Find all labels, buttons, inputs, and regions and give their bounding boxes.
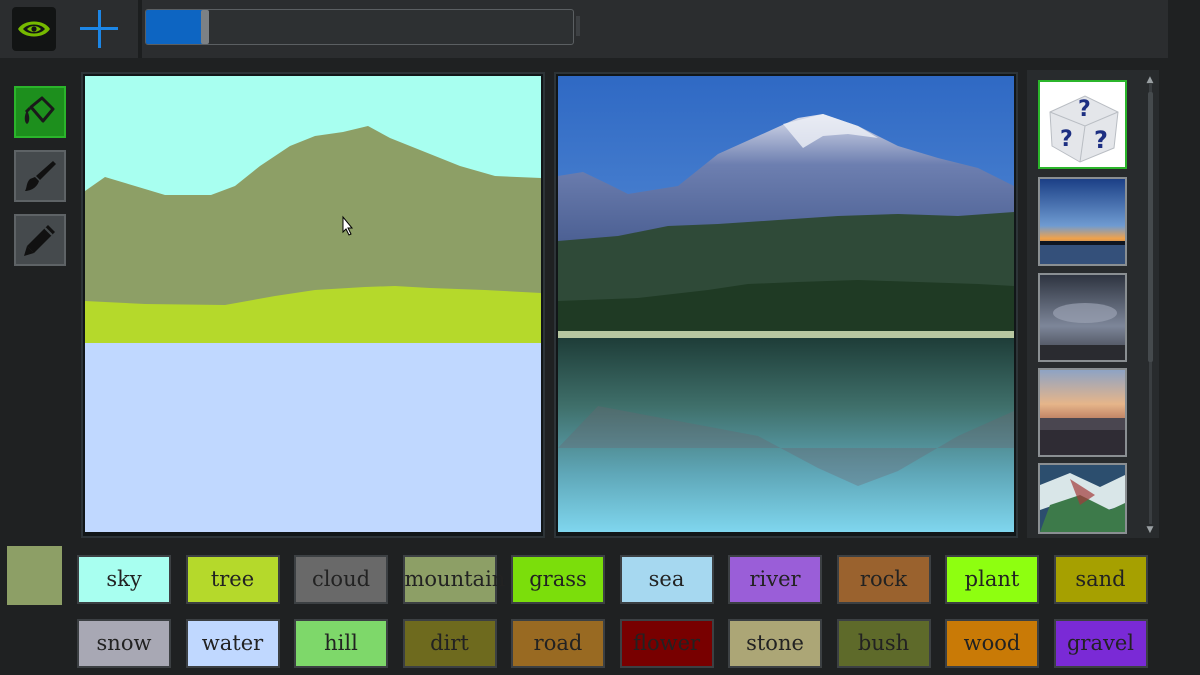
label-button-sky[interactable]: sky	[77, 555, 171, 604]
label-button-water[interactable]: water	[185, 619, 280, 668]
water-region	[85, 343, 541, 532]
paint-bucket-tool[interactable]	[14, 86, 66, 138]
thumbnail-scrollbar[interactable]: ▲ ▼	[1144, 72, 1156, 538]
label-button-sea[interactable]: sea	[619, 555, 714, 604]
label-button-plant[interactable]: plant	[945, 555, 1039, 604]
dice-question-icon: ? ? ?	[1040, 82, 1125, 167]
progress-fill	[146, 10, 206, 44]
generated-landscape-image	[558, 76, 1014, 532]
label-button-tree[interactable]: tree	[185, 555, 280, 604]
add-button[interactable]	[76, 6, 122, 52]
svg-text:?: ?	[1094, 126, 1108, 154]
pencil-icon	[24, 225, 55, 256]
segmentation-drawing-canvas[interactable]	[85, 76, 541, 532]
label-button-flower[interactable]: flower	[619, 619, 714, 668]
brush-icon	[25, 161, 56, 191]
toolbar-grip	[576, 16, 580, 36]
label-button-cloud[interactable]: cloud	[294, 555, 388, 604]
label-button-river[interactable]: river	[728, 555, 822, 604]
toolbar-divider	[138, 0, 142, 58]
scroll-thumb[interactable]	[1148, 92, 1153, 362]
label-button-stone[interactable]: stone	[728, 619, 822, 668]
cloudy-sky-thumbnail[interactable]	[1038, 273, 1127, 362]
label-button-dirt[interactable]: dirt	[402, 619, 497, 668]
label-button-road[interactable]: road	[511, 619, 605, 668]
pencil-tool[interactable]	[14, 214, 66, 266]
nvidia-eye-icon	[18, 21, 50, 37]
label-button-grass[interactable]: grass	[511, 555, 605, 604]
scroll-down-arrow-icon[interactable]: ▼	[1144, 524, 1156, 536]
abstract-painting-thumbnail[interactable]	[1038, 463, 1127, 534]
label-button-gravel[interactable]: gravel	[1053, 619, 1148, 668]
label-button-wood[interactable]: wood	[945, 619, 1039, 668]
nvidia-logo-button[interactable]	[12, 7, 56, 51]
svg-text:?: ?	[1060, 127, 1073, 152]
progress-slider[interactable]	[145, 9, 574, 45]
progress-handle[interactable]	[201, 10, 209, 44]
label-button-snow[interactable]: snow	[77, 619, 171, 668]
label-button-bush[interactable]: bush	[836, 619, 931, 668]
current-color-swatch	[7, 546, 62, 605]
sunset-lake-thumbnail[interactable]	[1038, 177, 1127, 266]
label-button-rock[interactable]: rock	[836, 555, 931, 604]
label-button-sand[interactable]: sand	[1053, 555, 1148, 604]
brush-tool[interactable]	[14, 150, 66, 202]
paint-bucket-icon	[24, 96, 55, 124]
label-button-mountain[interactable]: mountain	[402, 555, 505, 604]
city-sunset-thumbnail[interactable]	[1038, 368, 1127, 457]
label-button-hill[interactable]: hill	[294, 619, 388, 668]
random-style-thumbnail[interactable]: ? ? ?	[1038, 80, 1127, 169]
svg-text:?: ?	[1078, 97, 1091, 122]
